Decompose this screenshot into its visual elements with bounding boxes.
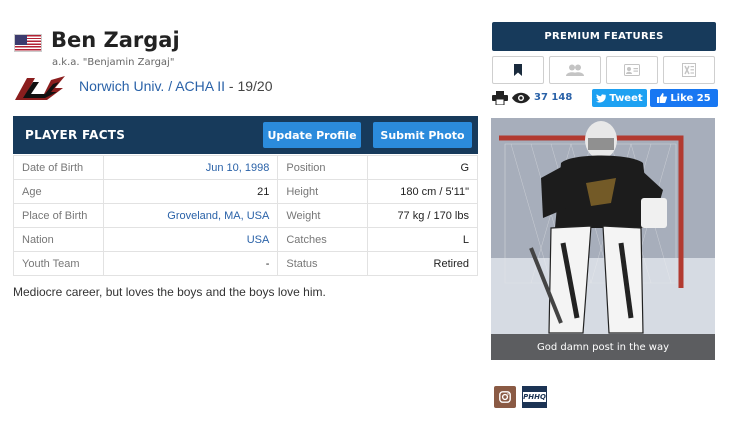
svg-text:N: N xyxy=(36,86,44,96)
player-name: Ben Zargaj xyxy=(51,28,180,52)
instagram-button[interactable] xyxy=(494,386,516,408)
compare-button[interactable] xyxy=(549,56,601,84)
player-bio: Mediocre career, but loves the boys and … xyxy=(13,285,326,299)
twitter-bird-icon xyxy=(596,93,607,103)
submit-photo-button[interactable]: Submit Photo xyxy=(373,122,472,148)
goalie-photo-image xyxy=(491,118,715,360)
tweet-label: Tweet xyxy=(609,92,643,104)
instagram-icon xyxy=(499,391,511,403)
eye-icon xyxy=(512,92,530,104)
fact-label: Position xyxy=(277,155,369,180)
fact-value-link[interactable]: USA xyxy=(102,227,279,252)
print-icon[interactable] xyxy=(492,91,508,105)
fact-value: L xyxy=(367,227,478,252)
premium-features-button[interactable]: PREMIUM FEATURES xyxy=(492,22,716,51)
fact-label: Date of Birth xyxy=(13,155,104,180)
fact-label: Place of Birth xyxy=(13,203,104,228)
usa-flag-icon xyxy=(14,34,42,52)
like-label: Like 25 xyxy=(670,92,711,104)
fact-label: Youth Team xyxy=(13,251,104,276)
fact-label: Catches xyxy=(277,227,369,252)
bookmark-button[interactable] xyxy=(492,56,544,84)
phhq-logo[interactable]: PHHQ xyxy=(522,386,547,408)
norwich-logo-icon[interactable]: N xyxy=(13,74,67,102)
fact-label: Weight xyxy=(277,203,369,228)
table-row: Age 21 Height 180 cm / 5'11" xyxy=(13,179,478,204)
tweet-button[interactable]: Tweet xyxy=(592,89,647,107)
fact-value: 180 cm / 5'11" xyxy=(367,179,478,204)
fact-value: 21 xyxy=(102,179,279,204)
phhq-text: PHHQ xyxy=(523,393,546,401)
team-link[interactable]: Norwich Univ. / ACHA II xyxy=(79,78,225,94)
photo-caption: God damn post in the way xyxy=(491,334,715,360)
table-row: Youth Team - Status Retired xyxy=(13,251,478,276)
fact-label: Height xyxy=(277,179,369,204)
users-icon xyxy=(566,64,584,76)
player-facts-table: Date of Birth Jun 10, 1998 Position G Ag… xyxy=(13,155,478,276)
view-count: 37 148 xyxy=(534,92,573,103)
id-card-icon xyxy=(624,64,640,76)
table-row: Date of Birth Jun 10, 1998 Position G xyxy=(13,155,478,180)
team-line: Norwich Univ. / ACHA II - 19/20 xyxy=(79,78,273,94)
player-photo[interactable]: God damn post in the way xyxy=(491,118,715,360)
fact-value: 77 kg / 170 lbs xyxy=(367,203,478,228)
table-row: Nation USA Catches L xyxy=(13,227,478,252)
season-text: - 19/20 xyxy=(225,78,273,94)
table-row: Place of Birth Groveland, MA, USA Weight… xyxy=(13,203,478,228)
fact-value: G xyxy=(367,155,478,180)
fact-value-link[interactable]: Groveland, MA, USA xyxy=(102,203,279,228)
player-facts-header: PLAYER FACTS Update Profile Submit Photo xyxy=(13,116,478,154)
player-aka: a.k.a. "Benjamin Zargaj" xyxy=(52,57,175,68)
excel-icon xyxy=(682,63,696,77)
fact-value-link[interactable]: Jun 10, 1998 xyxy=(102,155,279,180)
fact-label: Age xyxy=(13,179,104,204)
fact-label: Status xyxy=(277,251,369,276)
bookmark-icon xyxy=(514,64,522,76)
fact-value: - xyxy=(102,251,279,276)
profile-card-button[interactable] xyxy=(606,56,658,84)
thumbs-up-icon xyxy=(657,93,668,103)
player-facts-title: PLAYER FACTS xyxy=(25,128,126,142)
facebook-like-button[interactable]: Like 25 xyxy=(650,89,718,107)
export-excel-button[interactable] xyxy=(663,56,715,84)
fact-value: Retired xyxy=(367,251,478,276)
update-profile-button[interactable]: Update Profile xyxy=(263,122,361,148)
fact-label: Nation xyxy=(13,227,104,252)
